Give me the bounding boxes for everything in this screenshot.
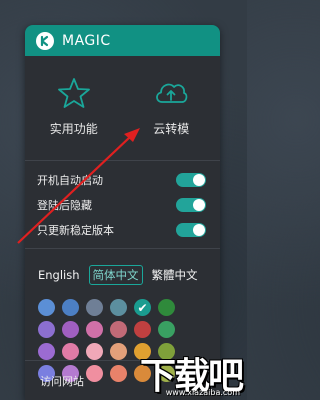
toggle-row-hide: 登陆后隐藏 bbox=[37, 192, 220, 217]
autostart-toggle[interactable] bbox=[176, 172, 206, 187]
color-swatch[interactable]: ✔ bbox=[134, 299, 151, 316]
toggle-label: 只更新稳定版本 bbox=[37, 223, 114, 237]
toggle-label: 登陆后隐藏 bbox=[37, 198, 92, 212]
feature-row: 实用功能 云转模 bbox=[25, 56, 220, 152]
color-swatch[interactable] bbox=[158, 321, 175, 338]
color-swatch[interactable] bbox=[62, 321, 79, 338]
toggle-row-stable: 只更新稳定版本 bbox=[37, 217, 220, 242]
feature-tools-label: 实用功能 bbox=[49, 122, 98, 136]
color-swatch[interactable] bbox=[86, 299, 103, 316]
stable-updates-toggle[interactable] bbox=[176, 222, 206, 237]
check-icon: ✔ bbox=[137, 300, 148, 315]
toggle-list: 开机自动启动 登陆后隐藏 只更新稳定版本 bbox=[25, 161, 220, 242]
color-swatch[interactable] bbox=[110, 299, 127, 316]
color-swatch[interactable] bbox=[86, 343, 103, 360]
color-swatch[interactable] bbox=[38, 299, 55, 316]
language-traditional-chinese[interactable]: 繁體中文 bbox=[149, 266, 201, 284]
color-swatch[interactable] bbox=[134, 321, 151, 338]
language-english[interactable]: English bbox=[35, 267, 83, 283]
color-swatch[interactable] bbox=[158, 299, 175, 316]
k-circle-logo-icon bbox=[36, 31, 54, 50]
language-selector: English 简体中文 繁體中文 bbox=[25, 249, 220, 287]
toggle-label: 开机自动启动 bbox=[37, 173, 103, 187]
toggle-row-autostart: 开机自动启动 bbox=[37, 167, 220, 192]
color-swatch[interactable] bbox=[62, 343, 79, 360]
color-swatch[interactable] bbox=[86, 321, 103, 338]
language-simplified-chinese[interactable]: 简体中文 bbox=[88, 265, 143, 285]
color-swatch[interactable] bbox=[38, 343, 55, 360]
color-swatch[interactable] bbox=[62, 299, 79, 316]
visit-website-link[interactable]: 访问网站 bbox=[40, 373, 84, 389]
feature-cloud-button[interactable]: 云转模 bbox=[123, 56, 221, 152]
color-swatch[interactable] bbox=[38, 321, 55, 338]
watermark-url: www.xiazaiba.com bbox=[165, 388, 240, 397]
cloud-upload-icon bbox=[156, 83, 188, 103]
feature-cloud-label: 云转模 bbox=[153, 122, 190, 136]
star-icon bbox=[57, 78, 90, 108]
feature-tools-button[interactable]: 实用功能 bbox=[25, 56, 123, 152]
app-name: MAGIC bbox=[62, 32, 111, 49]
color-swatch[interactable] bbox=[110, 343, 127, 360]
color-swatch[interactable] bbox=[110, 321, 127, 338]
watermark: 下载吧 www.xiazaiba.com bbox=[140, 358, 244, 397]
app-header: MAGIC bbox=[25, 25, 220, 56]
settings-panel: MAGIC 实用功能 云转模 开机自动启动 登陆后隐藏 只更新稳定版本 Engl… bbox=[25, 25, 220, 400]
hide-after-login-toggle[interactable] bbox=[176, 197, 206, 212]
